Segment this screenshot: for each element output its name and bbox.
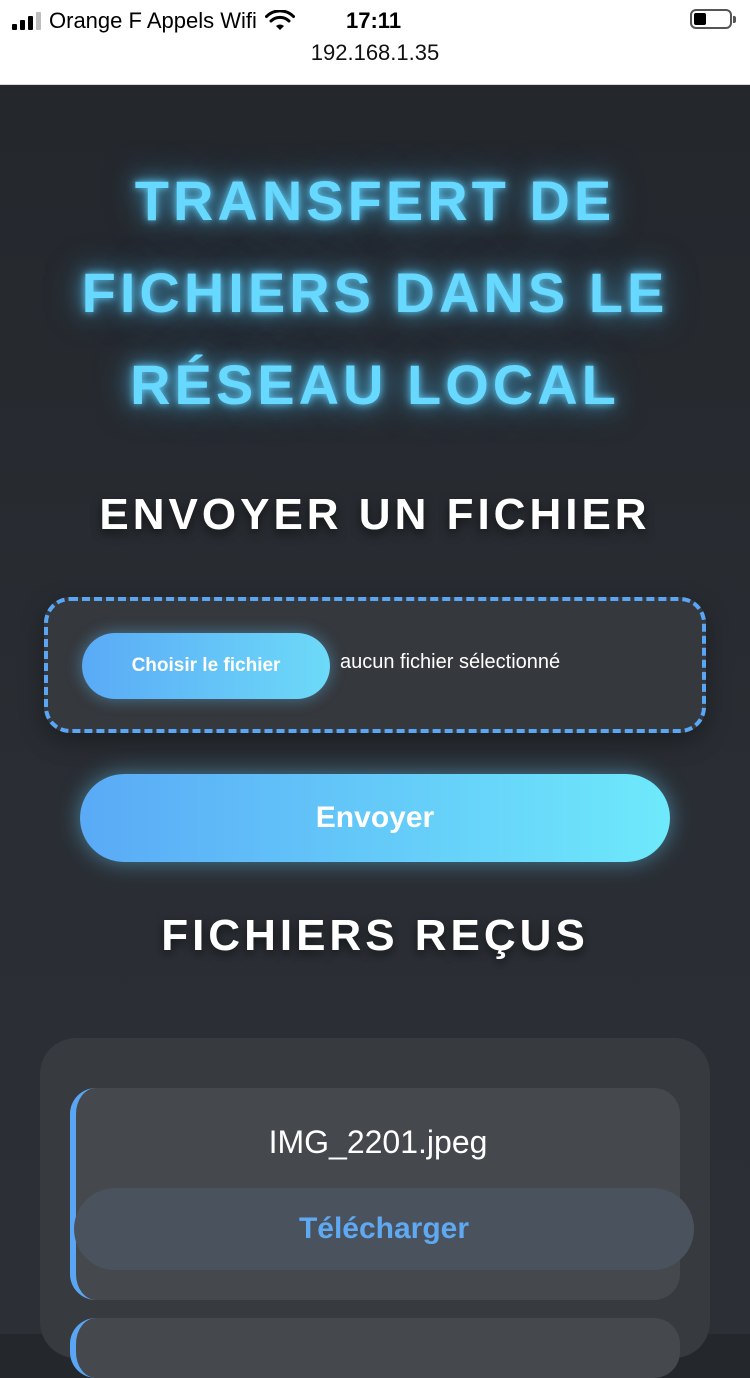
battery-icon [690,9,736,29]
url-bar[interactable]: 192.168.1.35 [0,40,750,66]
received-files-panel: IMG_2201.jpeg Télécharger [40,1038,710,1378]
upload-section-title: ENVOYER UN FICHIER [99,490,651,539]
choose-file-button[interactable]: Choisir le fichier [82,633,330,699]
wifi-icon [264,10,295,30]
send-button[interactable]: Envoyer [80,774,670,862]
file-drop-zone[interactable]: Choisir le fichier aucun fichier sélecti… [44,597,706,733]
page-title-line-3: RÉSEAU LOCAL [130,353,620,416]
page-title-line-1: TRANSFERT DE [134,169,616,232]
page-title: TRANSFERT DE FICHIERS DANS LE RÉSEAU LOC… [40,155,710,431]
file-name: IMG_2201.jpeg [268,1124,488,1160]
status-bar: Orange F Appels Wifi 17:11 192.168.1.35 [0,0,750,85]
file-card [70,1318,680,1378]
page-title-line-2: FICHIERS DANS LE [81,261,669,324]
no-file-selected-text: aucun fichier sélectionné [340,651,561,673]
carrier-label: Orange F Appels Wifi [49,8,257,33]
received-section-title: FICHIERS REÇUS [161,911,589,960]
status-left: Orange F Appels Wifi [12,6,295,36]
clock: 17:11 [346,8,402,33]
download-button[interactable]: Télécharger [74,1188,694,1270]
file-card: IMG_2201.jpeg Télécharger [70,1088,694,1300]
signal-icon [12,12,41,30]
page-content: TRANSFERT DE FICHIERS DANS LE RÉSEAU LOC… [0,85,750,1378]
